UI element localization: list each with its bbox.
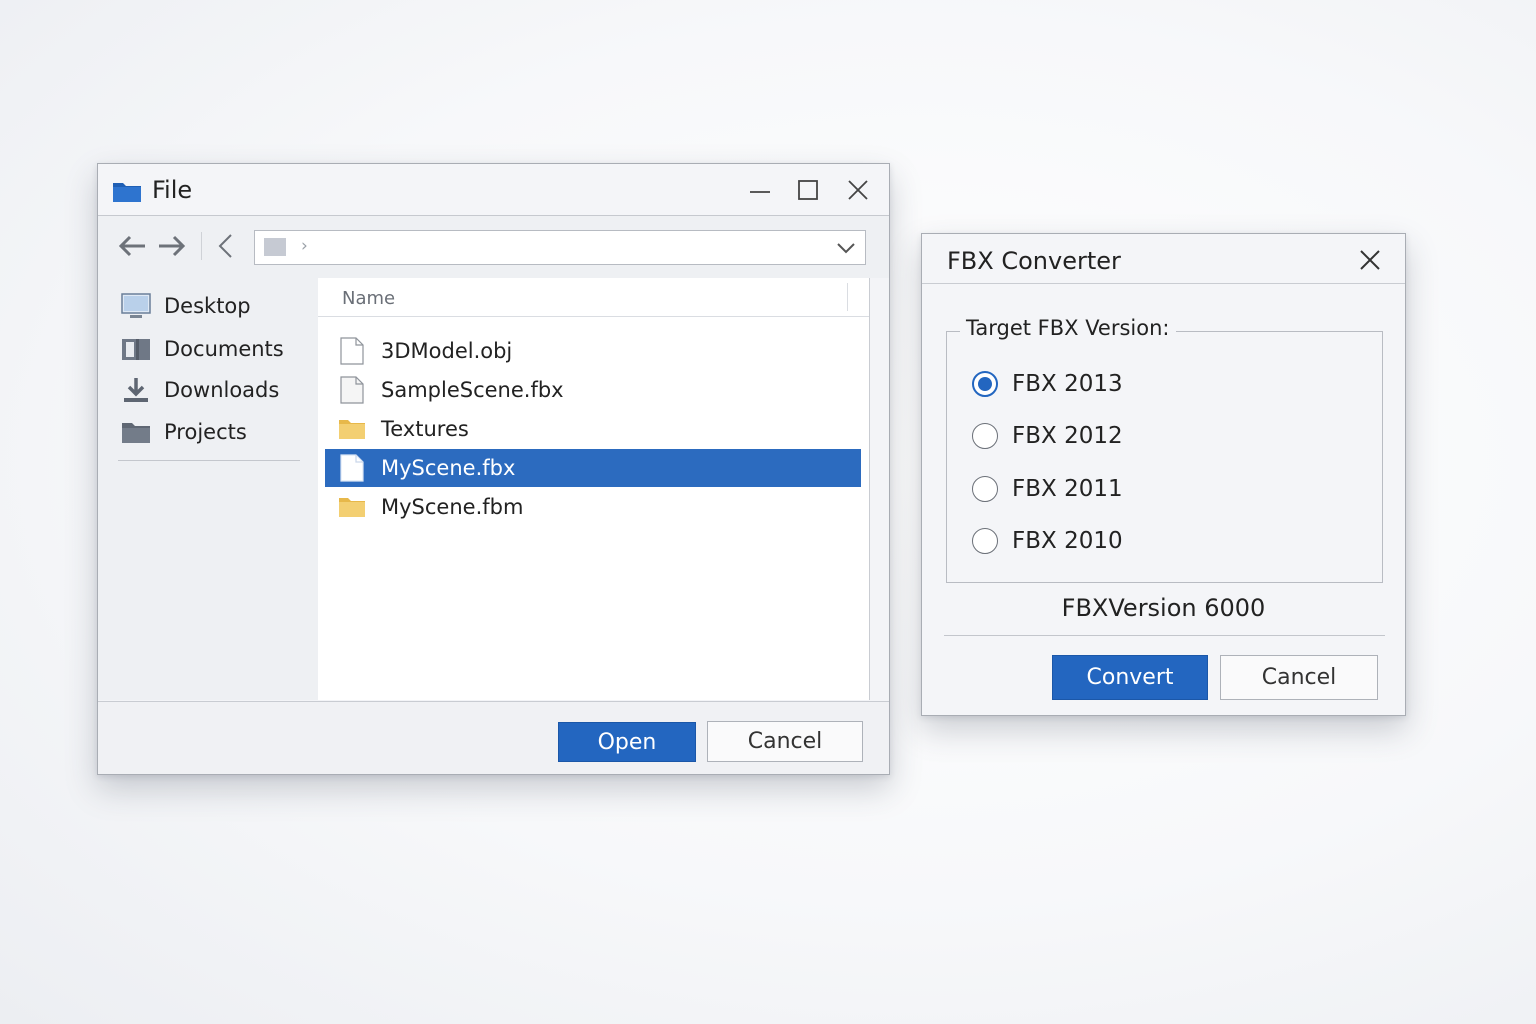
footer-divider [944,635,1385,636]
name-column-header[interactable]: Name [318,278,869,317]
arrow-right-icon [159,235,186,257]
radio-label: FBX 2010 [1012,528,1123,554]
file-name: SampleScene.fbx [381,378,564,402]
column-header-label: Name [342,288,396,309]
file-row-myscene-fbx[interactable]: MyScene.fbx [325,449,861,487]
radio-label: FBX 2011 [1012,476,1123,502]
radio-fbx-2011[interactable]: FBX 2011 [972,472,1123,506]
sidebar-item-label: Downloads [164,378,280,402]
file-dialog-footer: Open Cancel [98,701,889,774]
minimize-button[interactable] [740,174,780,206]
file-dialog-titlebar[interactable]: File [98,164,889,216]
close-button[interactable] [838,174,878,206]
fbx-dialog-title: FBX Converter [947,247,1121,275]
file-dialog-title: File [152,176,193,204]
sidebar-item-label: Desktop [164,294,251,318]
file-row-textures[interactable]: Textures [325,410,861,448]
column-separator[interactable] [847,283,848,311]
location-icon [264,238,286,256]
sidebar-item-desktop[interactable]: Desktop [120,288,251,324]
radio-fbx-2013[interactable]: FBX 2013 [972,367,1123,401]
file-name: MyScene.fbm [381,495,524,519]
file-name: Textures [381,417,469,441]
maximize-button[interactable] [788,174,828,206]
radio-label: FBX 2013 [1012,371,1123,397]
desktop-icon [120,292,152,320]
radio-label: FBX 2012 [1012,423,1123,449]
address-bar[interactable]: › [254,230,866,265]
sidebar-item-downloads[interactable]: Downloads [120,372,279,408]
up-button[interactable] [210,230,242,262]
close-button[interactable] [1350,244,1390,276]
sidebar-divider [118,460,300,461]
file-row-3dmodel-obj[interactable]: 3DModel.obj [325,332,861,370]
radio-fbx-2010[interactable]: FBX 2010 [972,524,1123,558]
radio-fbx-2012[interactable]: FBX 2012 [972,419,1123,453]
arrow-left-icon [118,235,145,257]
folder-icon [113,183,141,202]
sidebar-item-label: Documents [164,337,284,361]
sidebar-item-documents[interactable]: Documents [120,331,284,367]
sidebar-item-label: Projects [164,420,247,444]
file-name: MyScene.fbx [381,456,516,480]
fbx-dialog-titlebar[interactable]: FBX Converter [922,234,1405,284]
cancel-button[interactable]: Cancel [1220,655,1378,700]
fbx-converter-dialog: FBX Converter Target FBX Version: FBX 20… [921,233,1406,716]
documents-icon [120,335,152,363]
projects-folder-icon [120,418,152,446]
address-dropdown-button[interactable] [835,238,857,258]
radio-button-checked[interactable] [972,371,998,397]
file-icon [337,375,367,405]
address-input[interactable] [317,235,821,262]
chevron-left-icon [218,234,232,258]
navigation-toolbar: › [98,216,889,278]
group-label: Target FBX Version: [960,316,1176,340]
minimize-icon [750,191,770,193]
back-button[interactable] [116,230,148,262]
close-icon [848,180,868,200]
fbx-version-text: FBXVersion 6000 [1061,594,1266,622]
chevron-down-icon [837,243,855,254]
open-button[interactable]: Open [558,722,696,762]
downloads-icon [120,376,152,404]
close-icon [1360,250,1380,270]
file-open-dialog: File › Desktop Documents Downloads Proje… [97,163,890,775]
file-row-samplescene-fbx[interactable]: SampleScene.fbx [325,371,861,409]
breadcrumb-chevron-icon: › [301,236,308,256]
file-list: Name 3DModel.obj SampleScene.fbx Texture… [318,278,870,700]
cancel-button[interactable]: Cancel [707,721,863,762]
folder-icon [337,492,367,522]
sidebar-item-projects[interactable]: Projects [120,414,247,450]
file-row-myscene-fbm[interactable]: MyScene.fbm [325,488,861,526]
radio-button[interactable] [972,528,998,554]
file-icon [337,453,367,483]
convert-button[interactable]: Convert [1052,655,1208,700]
radio-button[interactable] [972,476,998,502]
file-icon [337,336,367,366]
radio-button[interactable] [972,423,998,449]
forward-button[interactable] [156,230,188,262]
toolbar-separator [201,232,202,260]
maximize-icon [798,180,818,200]
folder-icon [337,414,367,444]
file-name: 3DModel.obj [381,339,513,363]
navigation-sidebar: Desktop Documents Downloads Projects [98,278,319,700]
